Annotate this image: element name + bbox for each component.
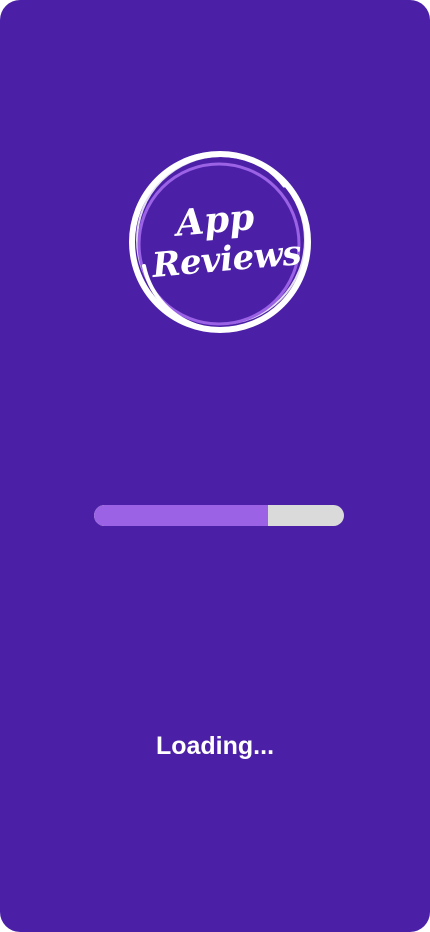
- logo-text-app: App: [174, 196, 256, 245]
- logo-wordmark: App Reviews: [116, 138, 324, 346]
- loading-label: Loading...: [155, 732, 275, 760]
- splash-screen: App Reviews Loading...: [0, 0, 430, 932]
- logo-text-reviews: Reviews: [150, 233, 303, 286]
- app-reviews-logo: App Reviews: [124, 146, 316, 338]
- loading-progress-fill: [94, 505, 268, 526]
- loading-progress-bar: [94, 505, 344, 526]
